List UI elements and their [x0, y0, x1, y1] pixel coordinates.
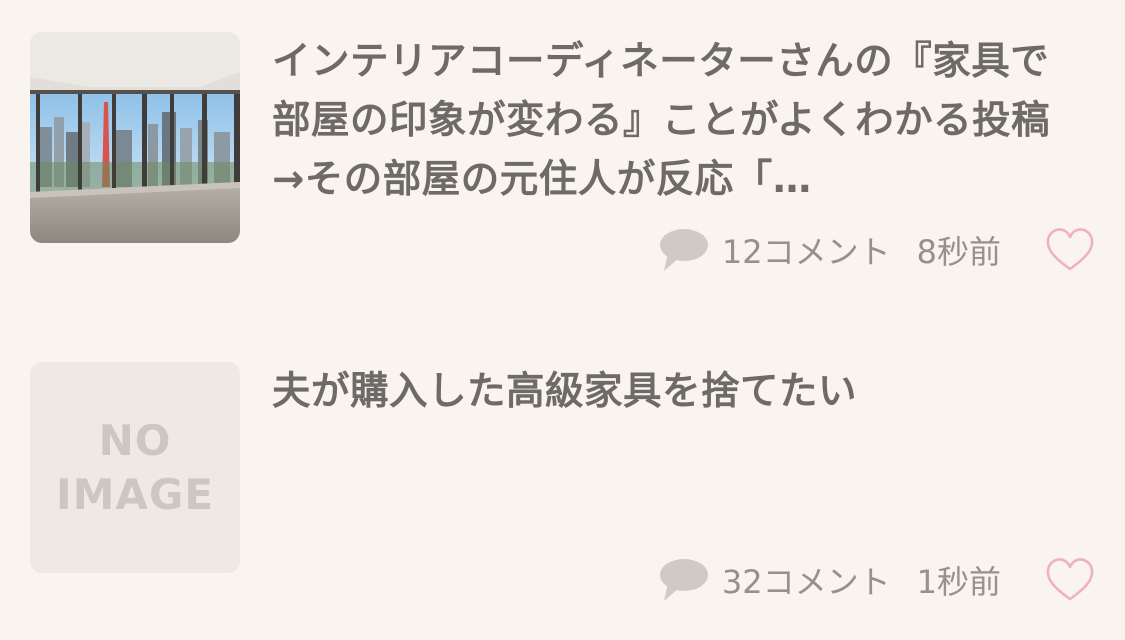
article-item[interactable]: インテリアコーディネーターさんの『家具で部屋の印象が変わる』ことがよくわかる投稿… [30, 32, 1095, 272]
article-title[interactable]: インテリアコーディネーターさんの『家具で部屋の印象が変わる』ことがよくわかる投稿… [272, 32, 1080, 209]
no-image-text-line1: NO [98, 415, 172, 465]
article-thumbnail[interactable] [30, 32, 240, 243]
article-meta: 12コメント 8秒前 [658, 222, 1095, 278]
no-image-placeholder[interactable]: NO IMAGE [30, 362, 240, 573]
comment-count[interactable]: 12コメント [722, 227, 891, 273]
article-item[interactable]: NO IMAGE 夫が購入した高級家具を捨てたい 32コメント 1秒前 [30, 362, 1095, 602]
heart-outline-icon[interactable] [1045, 557, 1095, 603]
comment-bubble-icon [659, 559, 708, 601]
heart-outline-icon[interactable] [1045, 227, 1095, 273]
room-photo-image [30, 32, 240, 243]
article-title[interactable]: 夫が購入した高級家具を捨てたい [272, 362, 1080, 421]
posted-time: 1秒前 [916, 563, 1001, 601]
comment-count[interactable]: 32コメント [722, 557, 891, 603]
no-image-text-line2: IMAGE [55, 469, 215, 519]
comment-bubble-icon [659, 229, 708, 271]
posted-time: 8秒前 [916, 233, 1001, 271]
article-meta: 32コメント 1秒前 [658, 552, 1095, 608]
